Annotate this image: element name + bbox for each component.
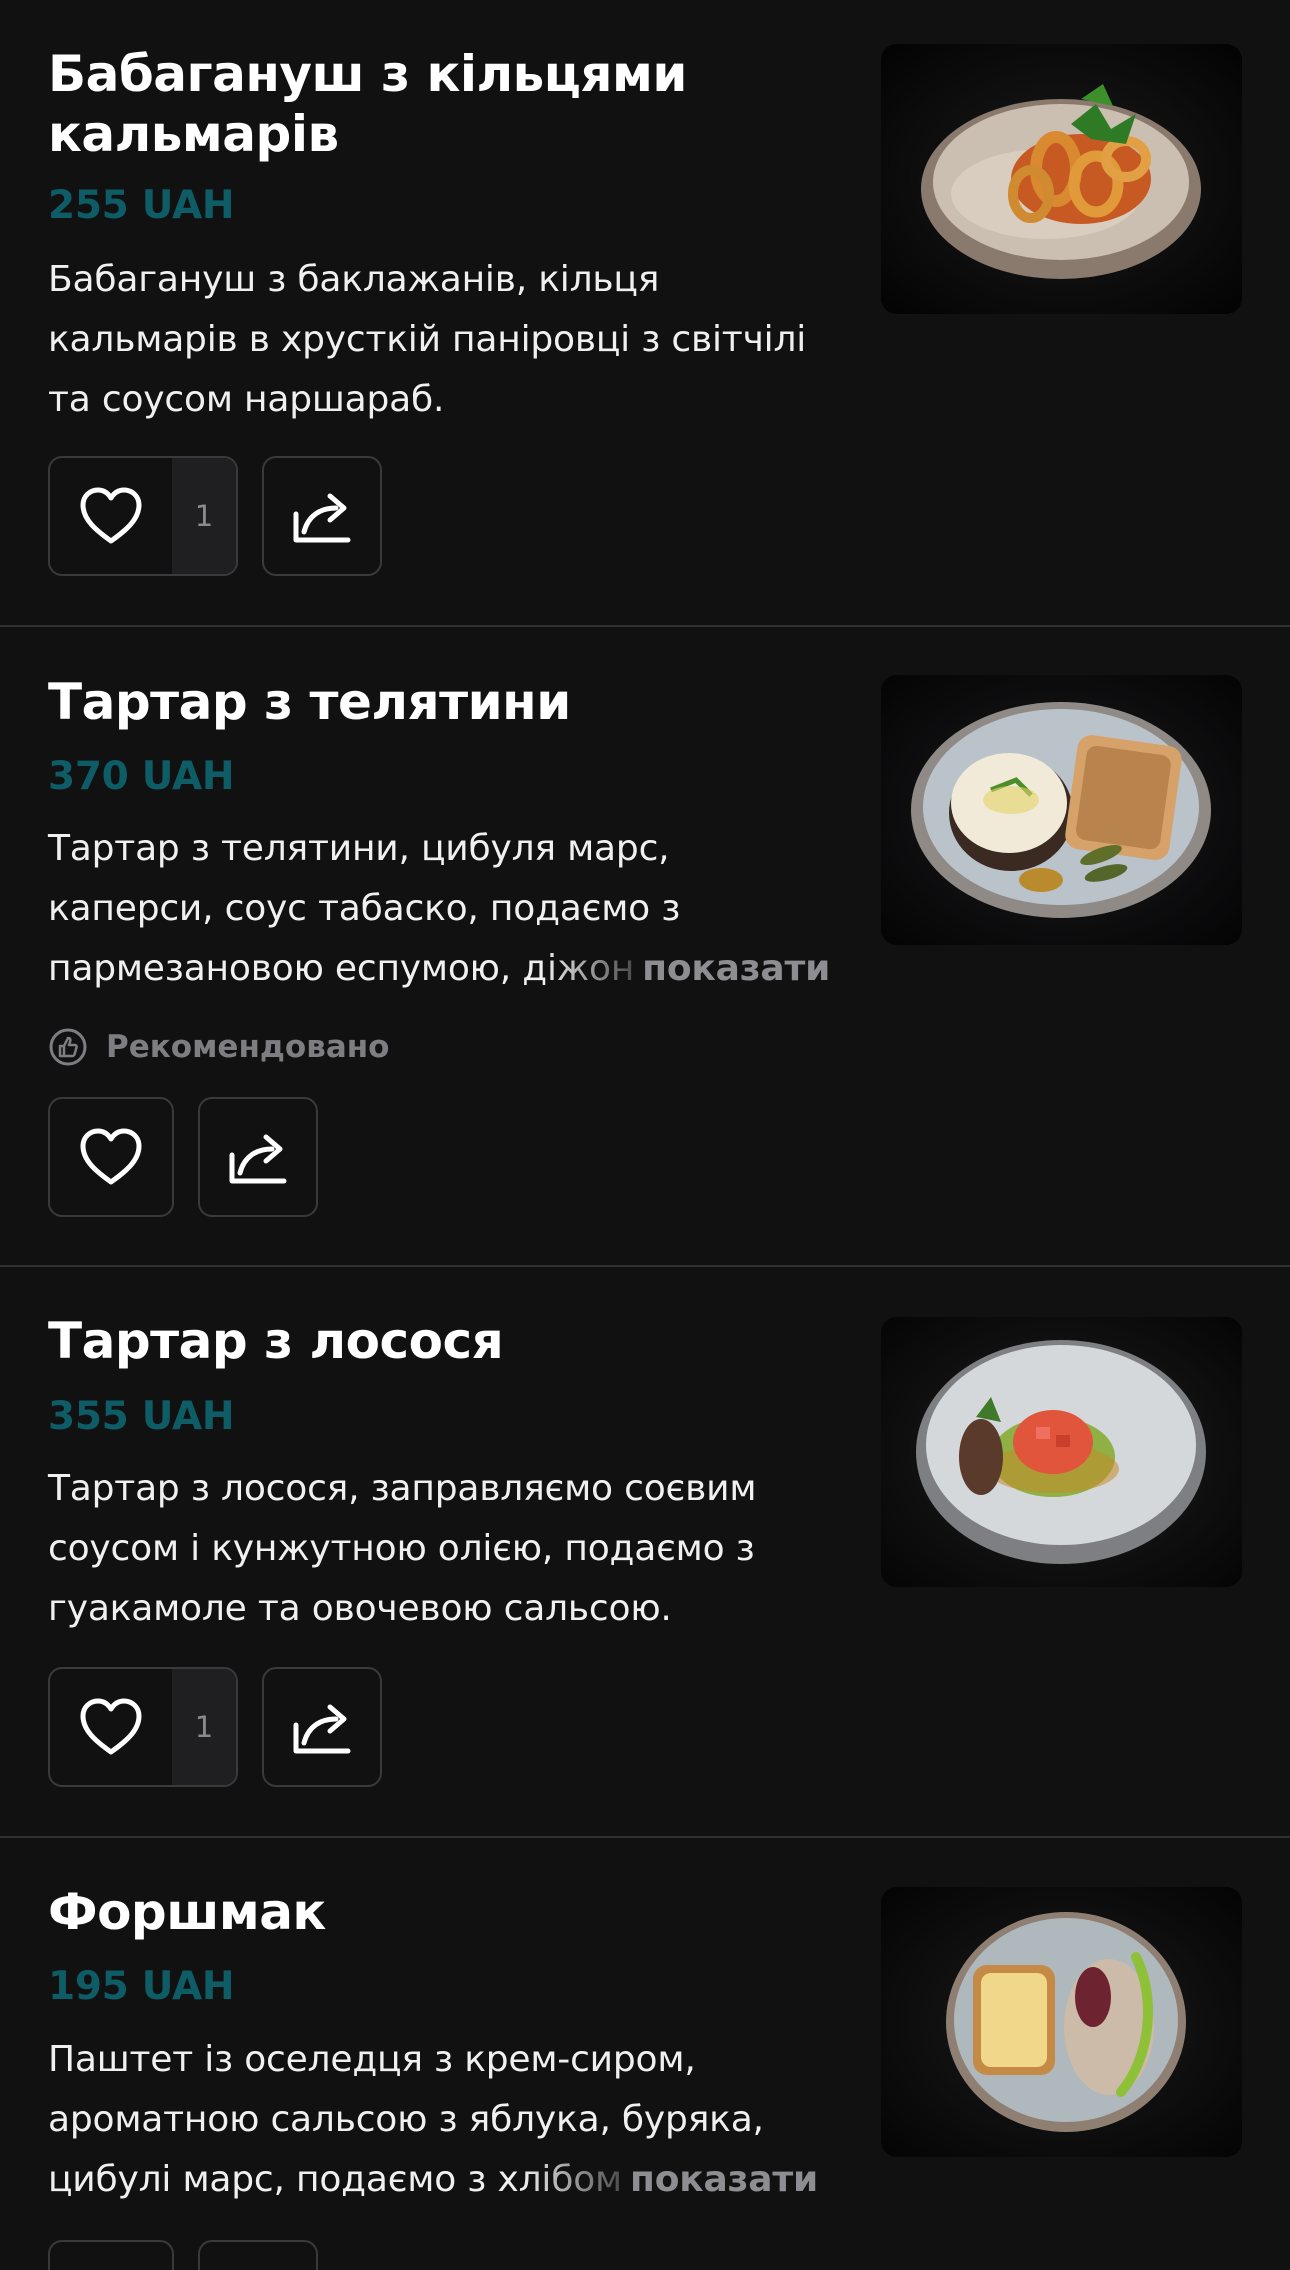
description-line: та соусом наршараб. [48,379,445,420]
description-line: Тартар з лосося, заправляємо соєвим [48,1468,757,1509]
dish-title-line: Тартар з телятини [48,673,571,731]
description-line: пармезановою еспумою, діжон показати [48,939,838,999]
description-faded-text: хлібом [497,2159,623,2200]
description-line: Паштет із оселедця з крем-сиром, [48,2039,696,2080]
menu-item[interactable]: Тартар з лосося 355 UAH Тартар з лосося,… [0,1267,1290,1838]
salmon-tartare-guacamole-photo[interactable] [881,1317,1242,1587]
dish-title-line: Тартар з лосося [48,1312,504,1370]
share-arrow-icon [264,458,380,574]
recommended-badge: Рекомендовано [48,1027,389,1067]
description-line: каперси, соус табаско, подаємо з [48,888,681,929]
like-count: 1 [172,1669,236,1785]
dish-title: Тартар з лосося [48,1311,828,1371]
dish-actions [48,2240,318,2270]
dish-title-line: Бабагануш з кільцями [48,45,687,103]
dish-price: 255 UAH [48,183,235,228]
thumbs-up-circle-icon [48,1027,88,1067]
menu-item[interactable]: Тартар з телятини 370 UAH Тартар з телят… [0,627,1290,1267]
dish-actions: 1 [48,456,382,576]
heart-icon [50,2242,172,2270]
heart-icon [50,1099,172,1215]
dish-actions [48,1097,318,1217]
description-text: цибулі марс, подаємо з [48,2159,498,2200]
recommended-label: Рекомендовано [106,1029,390,1065]
like-button[interactable] [48,2240,174,2270]
menu-list: Бабагануш з кільцями кальмарів 255 UAH Б… [0,0,1290,2270]
menu-item[interactable]: Форшмак 195 UAH Паштет із оселедця з кре… [0,1838,1290,2270]
heart-icon [50,458,172,574]
dish-description: Тартар з телятини, цибуля марс, каперси,… [48,819,838,999]
dish-title: Тартар з телятини [48,672,828,732]
squid-rings-baba-ganoush-photo[interactable] [881,44,1242,314]
description-faded-text: діжон [522,948,635,989]
dish-actions: 1 [48,1667,382,1787]
description-line: ароматною сальсою з яблука, буряка, [48,2099,764,2140]
show-more-link[interactable]: показати [642,948,830,989]
like-count: 1 [172,458,236,574]
dish-price: 355 UAH [48,1394,235,1439]
share-arrow-icon [264,1669,380,1785]
share-button[interactable] [262,456,382,576]
description-line: соусом і кунжутною олією, подаємо з [48,1528,755,1569]
show-more-link[interactable]: показати [630,2159,818,2200]
dish-description: Бабагануш з баклажанів, кільця кальмарів… [48,250,838,430]
description-line: цибулі марс, подаємо з хлібом показати [48,2150,838,2210]
description-line: Тартар з телятини, цибуля марс, [48,828,670,869]
description-line: Бабагануш з баклажанів, кільця [48,259,660,300]
like-button[interactable]: 1 [48,456,238,576]
like-button[interactable] [48,1097,174,1217]
dish-price: 370 UAH [48,754,235,799]
heart-icon [50,1669,172,1785]
share-button[interactable] [198,1097,318,1217]
like-button[interactable]: 1 [48,1667,238,1787]
forshmak-toast-photo[interactable] [881,1887,1242,2157]
share-arrow-icon [200,2242,316,2270]
veal-tartare-toast-photo[interactable] [881,675,1242,945]
share-button[interactable] [198,2240,318,2270]
dish-description: Паштет із оселедця з крем-сиром, ароматн… [48,2030,838,2210]
description-line: гуакамоле та овочевою сальсою. [48,1588,672,1629]
dish-title: Форшмак [48,1882,828,1942]
dish-title-line: Форшмак [48,1883,326,1941]
dish-price: 195 UAH [48,1964,235,2009]
description-text: пармезановою еспумою, [48,948,523,989]
dish-title: Бабагануш з кільцями кальмарів [48,44,828,164]
share-button[interactable] [262,1667,382,1787]
dish-description: Тартар з лосося, заправляємо соєвим соус… [48,1459,838,1639]
dish-title-line: кальмарів [48,105,339,163]
share-arrow-icon [200,1099,316,1215]
description-line: кальмарів в хрусткій паніровці з світчіл… [48,319,807,360]
menu-item[interactable]: Бабагануш з кільцями кальмарів 255 UAH Б… [0,0,1290,627]
